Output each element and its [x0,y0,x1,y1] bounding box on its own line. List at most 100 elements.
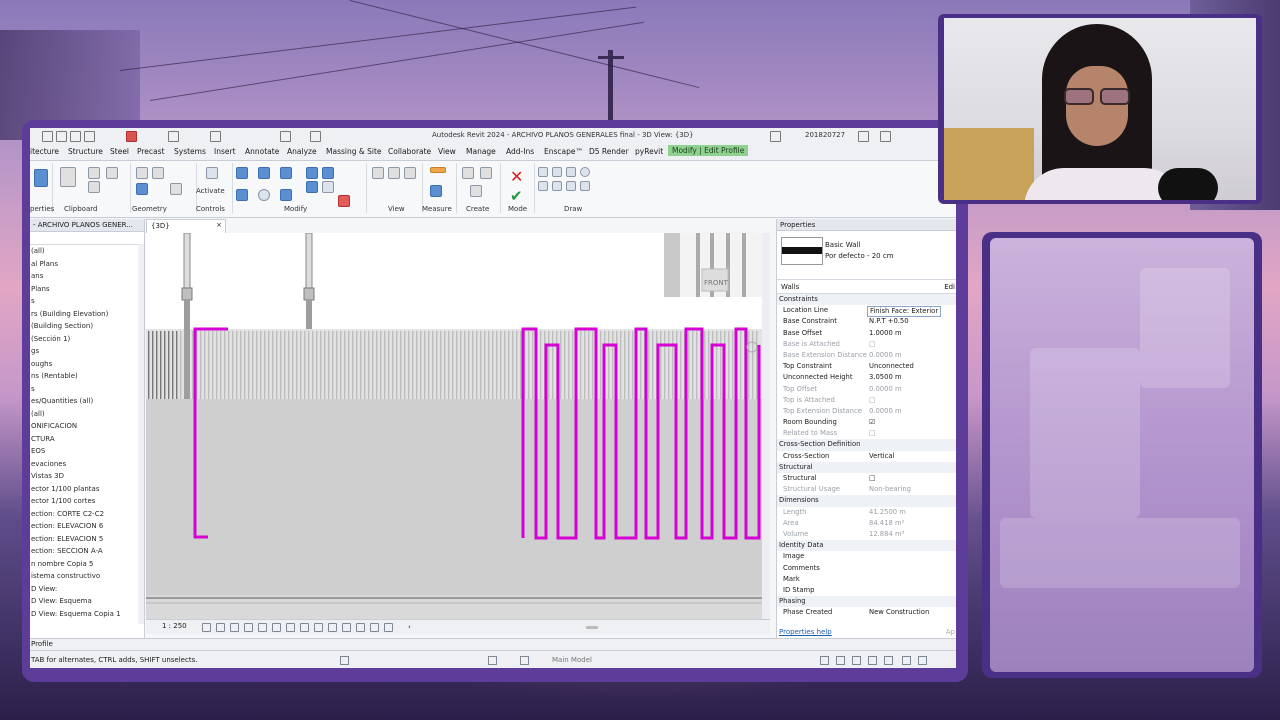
lock-3d-icon[interactable] [300,623,309,632]
measure-icon[interactable] [168,131,179,142]
browser-item[interactable]: istema constructivo [30,570,144,583]
rendering-icon[interactable] [258,623,267,632]
tab-add-ins[interactable]: Add-Ins [506,147,534,156]
tab-structure[interactable]: Structure [68,147,103,156]
browser-item[interactable]: n nombre Copia 5 [30,558,144,571]
browser-item[interactable]: ector 1/100 cortes [30,495,144,508]
property-row[interactable]: Related to Mass □ [777,428,956,439]
property-category[interactable]: Dimensions [777,495,956,507]
3d-viewport[interactable]: FRONT [146,233,770,619]
browser-item[interactable]: D View: Esquema [30,595,144,608]
editing-requests-icon[interactable] [520,656,529,665]
property-value[interactable]: 1.0000 m [869,328,902,339]
polygon-icon[interactable] [566,167,576,177]
property-category[interactable]: Phasing [777,596,956,608]
search-icon[interactable] [770,131,781,142]
constraints-icon[interactable] [384,623,393,632]
tab-insert[interactable]: Insert [214,147,236,156]
analytical-model-icon[interactable] [356,623,365,632]
trim-icon[interactable] [280,189,292,201]
property-value[interactable]: □ [869,395,875,406]
rotate-icon[interactable] [258,189,270,201]
browser-item[interactable]: ection: SECCION A-A [30,545,144,558]
crop-view-icon[interactable] [272,623,281,632]
delete-icon[interactable] [338,195,350,207]
tab-systems[interactable]: Systems [174,147,206,156]
worksharing-icon[interactable] [342,623,351,632]
hide-icon[interactable] [372,167,384,179]
3d-view-icon[interactable] [210,131,221,142]
property-row[interactable]: Mark [777,574,956,585]
pin-icon[interactable] [322,181,334,193]
browser-item[interactable]: ONIFICACION [30,420,144,433]
section-icon[interactable] [280,131,291,142]
browser-item[interactable]: ans [30,270,144,283]
view-tab-3d[interactable]: {3D} × [146,219,226,233]
property-value[interactable]: 0.0000 m [869,406,902,417]
browser-item[interactable]: CTURA [30,433,144,446]
browser-item[interactable]: D View: [30,583,144,596]
save-icon[interactable] [56,131,67,142]
filter-icon[interactable] [918,656,927,665]
property-value[interactable]: N.P.T +0.50 [869,316,909,327]
rectangle-icon[interactable] [552,167,562,177]
background-process-icon[interactable] [902,656,911,665]
tab-annotate[interactable]: Annotate [245,147,279,156]
tab-enscape[interactable]: Enscape™ [544,147,583,156]
shadows-icon[interactable] [244,623,253,632]
tab-architecture[interactable]: itecture [30,147,59,156]
show-crop-icon[interactable] [286,623,295,632]
tab-d5-render[interactable]: D5 Render [589,147,629,156]
property-row[interactable]: Cross-Section Vertical [777,451,956,462]
cope-icon[interactable] [136,167,148,179]
property-category[interactable]: Cross-Section Definition [777,439,956,451]
property-category[interactable]: Constraints [777,294,956,306]
tab-pyrevit[interactable]: pyRevit [635,147,663,156]
open-icon[interactable] [42,131,53,142]
property-value[interactable]: 0.0000 m [869,350,902,361]
detail-level-icon[interactable] [202,623,211,632]
property-row[interactable]: Base Constraint N.P.T +0.50 [777,316,956,327]
browser-item[interactable]: ection: ELEVACION 5 [30,533,144,546]
property-value[interactable]: Vertical [869,451,894,462]
property-row[interactable]: Top Offset 0.0000 m [777,384,956,395]
property-row[interactable]: Base Offset 1.0000 m [777,328,956,339]
undo-icon[interactable] [70,131,81,142]
move-icon[interactable] [236,189,248,201]
property-value[interactable]: Non-bearing [869,484,911,495]
browser-item[interactable]: gs [30,345,144,358]
select-links-icon[interactable] [820,656,829,665]
browser-item[interactable]: s [30,295,144,308]
select-by-face-icon[interactable] [868,656,877,665]
property-value[interactable]: Unconnected [869,361,914,372]
paste-icon[interactable] [60,167,76,187]
tab-steel[interactable]: Steel [110,147,129,156]
property-value[interactable]: 84.418 m² [869,518,904,529]
project-browser-scrollbar[interactable] [138,244,144,624]
view-scale[interactable]: 1 : 250 [162,622,187,630]
property-row[interactable]: Top Constraint Unconnected [777,361,956,372]
browser-item[interactable]: ection: ELEVACION 6 [30,520,144,533]
property-category[interactable]: Structural [777,461,956,473]
redo-icon[interactable] [84,131,95,142]
property-row[interactable]: Comments [777,563,956,574]
select-underlay-icon[interactable] [836,656,845,665]
mirror-icon[interactable] [280,167,292,179]
property-row[interactable]: Volume 12.884 m³ [777,529,956,540]
property-value[interactable]: ☑ [869,417,875,428]
match-properties-icon[interactable] [106,167,118,179]
temporary-hide-icon[interactable] [314,623,323,632]
browser-item[interactable]: rs (Building Elevation) [30,308,144,321]
browser-item[interactable]: Plans [30,283,144,296]
property-row[interactable]: ID Stamp [777,585,956,596]
activate-icon[interactable] [206,167,218,179]
browser-item[interactable]: oughs [30,358,144,371]
property-row[interactable]: Top is Attached □ [777,395,956,406]
cart-icon[interactable] [858,131,869,142]
print-icon[interactable] [126,131,137,142]
split-face-icon[interactable] [170,183,182,195]
viewport-scrollbar[interactable] [762,233,770,619]
close-hidden-icon[interactable] [310,131,321,142]
view-cube-label[interactable]: FRONT [704,279,729,287]
property-row[interactable]: Location Line Finish Face: Exterior [777,305,956,318]
